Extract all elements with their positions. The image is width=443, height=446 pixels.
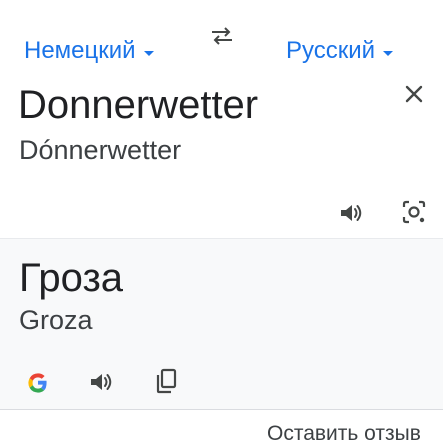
source-listen-button[interactable] (338, 200, 364, 226)
translation-transliteration: Groza (19, 305, 93, 335)
speaker-icon (91, 374, 112, 390)
swap-arrows-icon (212, 27, 232, 45)
google-search-button[interactable] (24, 369, 52, 397)
source-card: Donnerwetter Dónnerwetter (0, 64, 443, 239)
copy-translation-button[interactable] (154, 367, 180, 395)
source-transliteration: Dónnerwetter (19, 135, 182, 165)
language-bar: Немецкий Русский (0, 0, 443, 65)
target-language-selector[interactable]: Русский (286, 36, 394, 66)
source-language-label: Немецкий (24, 37, 136, 64)
send-feedback-link[interactable]: Оставить отзыв (267, 422, 421, 446)
clear-input-button[interactable] (400, 80, 428, 108)
target-language-label: Русский (286, 37, 376, 64)
caret-down-icon (383, 51, 394, 57)
translation-result-card: Гроза Groza (0, 239, 443, 410)
speaker-icon (341, 205, 362, 221)
caret-down-icon (143, 51, 154, 57)
translation-text: Гроза (19, 256, 124, 300)
camera-lens-icon (402, 200, 426, 224)
translation-listen-button[interactable] (88, 369, 114, 395)
camera-search-button[interactable] (400, 198, 428, 226)
swap-languages-button[interactable] (208, 22, 236, 50)
close-icon (405, 85, 423, 103)
google-g-icon (28, 373, 47, 393)
source-language-selector[interactable]: Немецкий (24, 36, 154, 66)
copy-icon (156, 368, 177, 394)
source-text[interactable]: Donnerwetter (18, 82, 258, 128)
